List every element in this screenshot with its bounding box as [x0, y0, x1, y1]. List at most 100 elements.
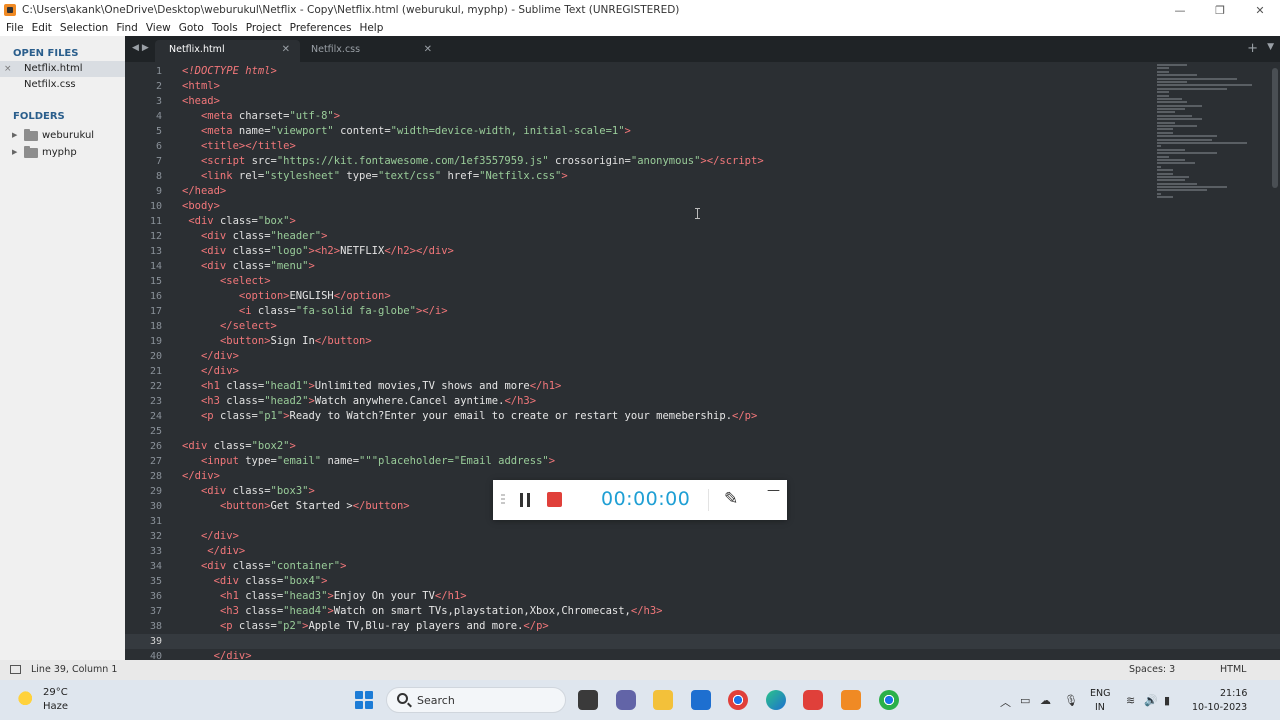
menu-preferences[interactable]: Preferences	[286, 22, 356, 34]
line-number[interactable]: 12	[125, 229, 162, 244]
line-number[interactable]: 8	[125, 169, 162, 184]
menu-help[interactable]: Help	[355, 22, 387, 34]
line-number[interactable]: 18	[125, 319, 162, 334]
close-icon[interactable]: ×	[4, 61, 12, 77]
language-code[interactable]: ENG	[1090, 688, 1110, 699]
minimap[interactable]	[1157, 64, 1267, 324]
line-number[interactable]: 19	[125, 334, 162, 349]
line-number[interactable]: 20	[125, 349, 162, 364]
battery-icon[interactable]: ▮	[1164, 694, 1170, 707]
store-icon[interactable]	[691, 690, 711, 710]
line-number[interactable]: 33	[125, 544, 162, 559]
line-number[interactable]: 1	[125, 64, 162, 79]
line-number[interactable]: 15	[125, 274, 162, 289]
menu-project[interactable]: Project	[242, 22, 286, 34]
tab-netflix-html[interactable]: Netflix.html ✕	[155, 40, 300, 62]
vertical-scrollbar[interactable]	[1272, 68, 1278, 188]
open-file-netflix-html[interactable]: × Netflix.html	[0, 61, 125, 77]
chrome-icon[interactable]	[728, 690, 748, 710]
clock-time[interactable]: 21:16	[1220, 688, 1247, 699]
taskbar-search[interactable]: Search	[386, 687, 566, 713]
maximize-button[interactable]: ❐	[1200, 0, 1240, 20]
menu-edit[interactable]: Edit	[28, 22, 56, 34]
menu-view[interactable]: View	[142, 22, 175, 34]
windows-start-icon[interactable]	[355, 691, 373, 709]
line-number[interactable]: 27	[125, 454, 162, 469]
sublime-text-icon[interactable]	[841, 690, 861, 710]
line-number[interactable]: 4	[125, 109, 162, 124]
teams-chat-icon[interactable]	[616, 690, 636, 710]
line-number[interactable]: 11	[125, 214, 162, 229]
line-number[interactable]: 38	[125, 619, 162, 634]
line-number[interactable]: 36	[125, 589, 162, 604]
chevron-right-icon[interactable]: ▶	[12, 127, 24, 144]
line-number[interactable]: 6	[125, 139, 162, 154]
youtube-icon[interactable]	[803, 690, 823, 710]
minimize-button[interactable]: —	[1160, 0, 1200, 20]
weather-sun-icon[interactable]	[18, 691, 36, 709]
file-explorer-icon[interactable]	[653, 690, 673, 710]
tab-dropdown-icon[interactable]: ▼	[1267, 42, 1274, 52]
chevron-right-icon[interactable]: ▶	[12, 144, 24, 161]
line-number[interactable]: 16	[125, 289, 162, 304]
line-number[interactable]: 7	[125, 154, 162, 169]
cloud-icon[interactable]: ☁	[1040, 694, 1051, 707]
menu-selection[interactable]: Selection	[56, 22, 112, 34]
edge-icon[interactable]	[766, 690, 786, 710]
code-area[interactable]: <!DOCTYPE html> <html> <head> <meta char…	[182, 64, 1142, 660]
drag-handle-icon[interactable]	[501, 494, 505, 506]
line-number[interactable]: 37	[125, 604, 162, 619]
line-number[interactable]: 39	[125, 634, 162, 649]
line-number[interactable]: 13	[125, 244, 162, 259]
syntax-selector[interactable]: HTML	[1220, 664, 1246, 675]
open-file-netfilx-css[interactable]: Netfilx.css	[0, 77, 125, 93]
line-number[interactable]: 2	[125, 79, 162, 94]
close-window-button[interactable]: ✕	[1240, 0, 1280, 20]
close-icon[interactable]: ✕	[424, 40, 432, 60]
line-number[interactable]: 17	[125, 304, 162, 319]
minimize-icon[interactable]: —	[767, 483, 780, 498]
line-number[interactable]: 24	[125, 409, 162, 424]
clock-date[interactable]: 10-10-2023	[1192, 702, 1247, 713]
chrome-alt-icon[interactable]	[879, 690, 899, 710]
new-tab-plus-icon[interactable]: +	[1247, 41, 1258, 56]
menu-find[interactable]: Find	[112, 22, 142, 34]
network-icon[interactable]: ▭	[1020, 694, 1030, 707]
line-number[interactable]: 29	[125, 484, 162, 499]
line-number[interactable]: 32	[125, 529, 162, 544]
line-number[interactable]: 3	[125, 94, 162, 109]
line-number[interactable]: 40	[125, 649, 162, 660]
line-number[interactable]: 35	[125, 574, 162, 589]
menu-file[interactable]: File	[2, 22, 28, 34]
line-number[interactable]: 9	[125, 184, 162, 199]
line-number[interactable]: 10	[125, 199, 162, 214]
line-number[interactable]: 26	[125, 439, 162, 454]
chevron-up-icon[interactable]: ︿	[1000, 694, 1011, 710]
line-number[interactable]: 5	[125, 124, 162, 139]
wifi-icon[interactable]: ≋	[1126, 694, 1135, 707]
line-number[interactable]: 14	[125, 259, 162, 274]
line-number[interactable]: 28	[125, 469, 162, 484]
indentation-setting[interactable]: Spaces: 3	[1129, 664, 1175, 675]
volume-icon[interactable]: 🔊	[1144, 694, 1158, 707]
close-icon[interactable]: ✕	[282, 40, 290, 60]
folder-myphp[interactable]: ▶ myphp	[0, 144, 125, 161]
line-number[interactable]: 30	[125, 499, 162, 514]
stop-icon[interactable]	[547, 492, 562, 507]
line-number[interactable]: 21	[125, 364, 162, 379]
pause-icon[interactable]	[520, 493, 530, 507]
line-number[interactable]: 31	[125, 514, 162, 529]
microphone-icon[interactable]: 🎙	[1064, 694, 1078, 707]
line-number[interactable]: 22	[125, 379, 162, 394]
language-region[interactable]: IN	[1095, 702, 1105, 713]
menu-tools[interactable]: Tools	[208, 22, 242, 34]
weather-temperature[interactable]: 29°C	[43, 687, 68, 698]
weather-description[interactable]: Haze	[43, 701, 68, 712]
code-editor[interactable]: 1 2 3 4 5 6 7 8 9 10 11 12 13 14 15 16 17 18 19 20 21 22 23 24 2…	[125, 62, 1280, 660]
tab-nav-arrows-icon[interactable]: ◀▶	[132, 43, 152, 53]
line-number[interactable]: 34	[125, 559, 162, 574]
folder-weburukul[interactable]: ▶ weburukul	[0, 127, 125, 144]
tab-netfilx-css[interactable]: Netfilx.css ✕	[297, 40, 442, 62]
file-explorer-alt-icon[interactable]	[578, 690, 598, 710]
pen-icon[interactable]: ✎	[724, 489, 738, 509]
